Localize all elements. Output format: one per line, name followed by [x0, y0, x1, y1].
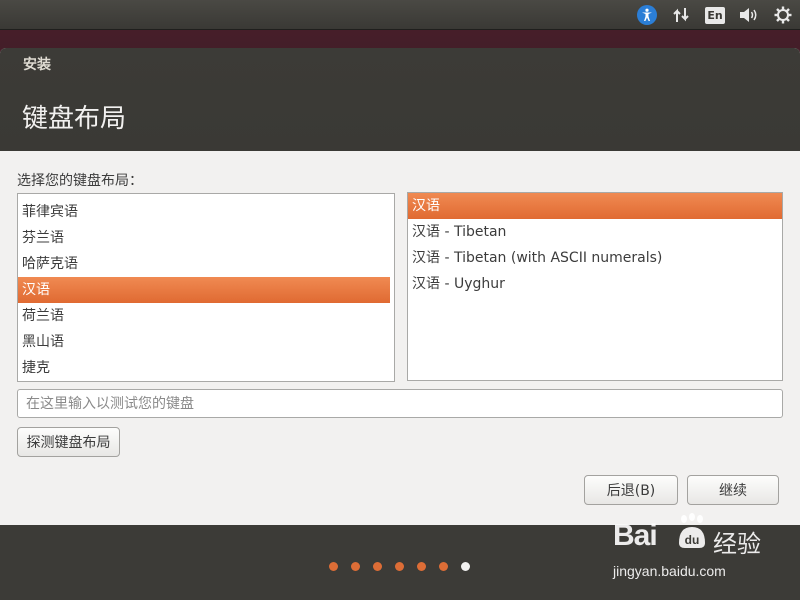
progress-dot-current	[461, 562, 470, 571]
progress-dots	[329, 562, 470, 571]
accessibility-icon[interactable]	[636, 4, 658, 26]
keyboard-layout-indicator[interactable]: En	[704, 4, 726, 26]
watermark-logo-suffix: du	[685, 533, 700, 547]
layout-prompt: 选择您的键盘布局：	[17, 173, 143, 189]
watermark-url: jingyan.baidu.com	[613, 563, 726, 579]
layout-item[interactable]: 芬兰语	[18, 225, 394, 251]
top-panel: En	[0, 0, 800, 30]
back-button[interactable]: 后退(B)	[584, 475, 678, 505]
progress-dot	[439, 562, 448, 571]
variant-item[interactable]: 汉语 - Tibetan	[408, 219, 782, 245]
layout-item[interactable]: 哈萨克语	[18, 251, 394, 277]
variant-item[interactable]: 汉语 - Tibetan (with ASCII numerals)	[408, 245, 782, 271]
keyboard-test-input[interactable]	[17, 389, 783, 418]
baidu-watermark: Bai du 经验 jingyan.baidu.com	[613, 513, 793, 585]
keyboard-variant-list[interactable]: 汉语 汉语 - Tibetan 汉语 - Tibetan (with ASCII…	[407, 192, 783, 381]
window-title: 安装	[23, 57, 51, 73]
progress-dot	[351, 562, 360, 571]
progress-dot	[373, 562, 382, 571]
watermark-logo-text: Bai	[613, 519, 658, 552]
watermark-logo: Bai	[613, 519, 658, 553]
layout-item[interactable]: 荷兰语	[18, 303, 394, 329]
paw-icon: du	[679, 513, 705, 548]
layout-item-selected[interactable]: 汉语	[18, 277, 390, 303]
gear-icon[interactable]	[772, 4, 794, 26]
layout-item[interactable]: 捷克	[18, 355, 394, 381]
page-title: 键盘布局	[22, 104, 127, 134]
variant-item-selected[interactable]: 汉语	[408, 193, 782, 219]
volume-icon[interactable]	[738, 4, 760, 26]
variant-item[interactable]: 汉语 - Uyghur	[408, 271, 782, 297]
keyboard-layout-label: En	[705, 6, 725, 24]
continue-button[interactable]: 继续	[687, 475, 779, 505]
watermark-jingyan: 经验	[713, 530, 761, 558]
layout-item[interactable]: 菲律宾语	[18, 199, 394, 225]
layout-item[interactable]: 黑山语	[18, 329, 394, 355]
progress-dot	[329, 562, 338, 571]
progress-dot	[395, 562, 404, 571]
keyboard-layout-list[interactable]: 菲律宾语 芬兰语 哈萨克语 汉语 荷兰语 黑山语 捷克	[17, 193, 395, 382]
network-icon[interactable]	[670, 4, 692, 26]
progress-dot	[417, 562, 426, 571]
detect-layout-button[interactable]: 探测键盘布局	[17, 427, 120, 457]
window-header: 安装 键盘布局	[0, 48, 800, 151]
